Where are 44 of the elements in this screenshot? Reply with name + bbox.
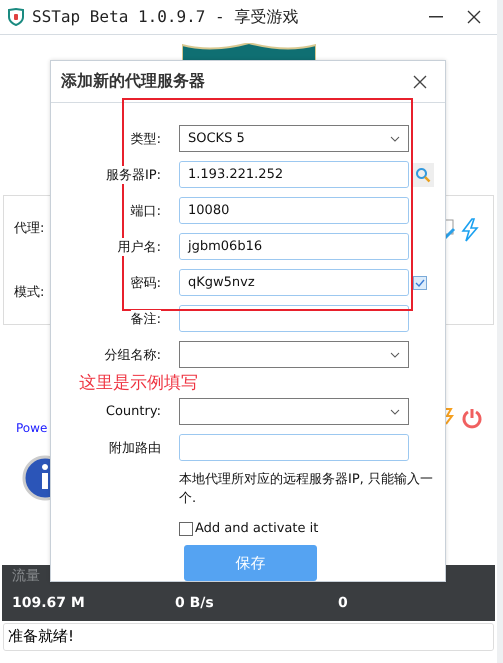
field-label: 密码: bbox=[130, 274, 161, 292]
close-icon bbox=[413, 74, 427, 88]
power-icon[interactable] bbox=[461, 407, 483, 429]
input-field[interactable]: 1.193.221.252 bbox=[179, 161, 409, 188]
caret-icon bbox=[390, 352, 400, 358]
checkbox[interactable] bbox=[179, 522, 193, 536]
status-bar: 准备就绪! bbox=[3, 623, 494, 651]
stat-value: 109.67 M bbox=[12, 595, 86, 613]
field-label: 用户名: bbox=[118, 238, 161, 256]
field-label: 分组名称: bbox=[104, 346, 161, 364]
caret-icon bbox=[390, 408, 400, 414]
stat-value: 0 bbox=[338, 595, 349, 613]
panel-label: 代理: bbox=[14, 220, 44, 237]
hint-text: 本地代理所对应的远程服务器IP, 只能输入一个. bbox=[179, 471, 434, 508]
show-password-checkbox[interactable] bbox=[413, 276, 427, 290]
field-label: 类型: bbox=[130, 130, 161, 148]
power-link[interactable]: Powe bbox=[16, 421, 48, 435]
input-field[interactable]: 10080 bbox=[179, 197, 409, 224]
minimize-icon bbox=[429, 16, 443, 18]
search-button[interactable] bbox=[411, 162, 434, 186]
panel-label: 模式: bbox=[14, 284, 44, 301]
shield-icon bbox=[8, 8, 24, 26]
field-label: 附加路由 bbox=[109, 438, 161, 456]
close-icon bbox=[467, 10, 481, 24]
window-title: SSTap Beta 1.0.9.7 - 享受游戏 bbox=[32, 6, 300, 28]
input-field[interactable] bbox=[179, 434, 409, 461]
field-label: 端口: bbox=[130, 202, 161, 220]
bolt-icon[interactable] bbox=[444, 407, 454, 425]
stat-value: 0 B/s bbox=[175, 595, 215, 613]
dropdown-field[interactable]: SOCKS 5 bbox=[179, 125, 409, 152]
annotation-text: 这里是示例填写 bbox=[79, 373, 198, 393]
stat-heading: 流量 bbox=[12, 567, 41, 586]
input-field[interactable]: qKgw5nvz bbox=[179, 269, 409, 296]
input-field[interactable] bbox=[179, 305, 409, 332]
field-label: 备注: bbox=[130, 310, 161, 328]
dialog-title: 添加新的代理服务器 bbox=[61, 71, 205, 92]
field-label: Country: bbox=[106, 404, 161, 419]
activate-checkbox[interactable]: Add and activate it bbox=[179, 521, 457, 536]
field-label: 服务器IP: bbox=[106, 166, 161, 184]
caret-icon bbox=[390, 136, 400, 142]
dropdown-field[interactable] bbox=[179, 341, 409, 368]
lightning-icon[interactable] bbox=[461, 218, 479, 242]
input-field[interactable]: jgbm06b16 bbox=[179, 233, 409, 260]
dropdown-field[interactable] bbox=[179, 398, 409, 425]
